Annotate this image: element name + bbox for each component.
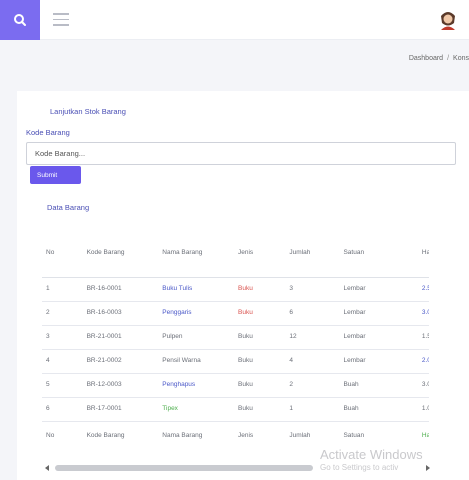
cell-nama: Penghapus [162, 380, 196, 388]
table-row: 5 BR-12-0003 Penghapus Buku 2 Buah 3.000 [42, 373, 429, 397]
header-no[interactable]: No [42, 229, 83, 277]
header-jenis[interactable]: Jenis [234, 229, 285, 277]
scrollbar-thumb[interactable] [55, 465, 313, 471]
table-row: 1 BR-16-0001 Buku Tulis Buku 3 Lembar 2.… [42, 277, 429, 301]
table-header-row: No Kode Barang Nama Barang Jenis Jumlah … [42, 229, 429, 277]
table-row: 2 BR-16-0003 Penggaris Buku 6 Lembar 3.0… [42, 301, 429, 325]
kode-barang-input[interactable]: Kode Barang... [26, 142, 456, 165]
brand-logo[interactable] [0, 0, 40, 40]
cell-harga: 1.000 [421, 404, 429, 412]
hamburger-icon[interactable] [53, 13, 69, 26]
windows-activation-watermark: Activate Windows Go to Settings to activ [320, 447, 469, 472]
cell-satuan: Lembar [343, 308, 366, 316]
scroll-left-icon[interactable] [45, 465, 49, 471]
cell-jenis: Buku [238, 404, 253, 412]
cell-kode: BR-21-0002 [86, 356, 122, 364]
cell-jenis: Buku [238, 356, 253, 364]
content-card: Lanjutkan Stok Barang Kode Barang Kode B… [17, 91, 469, 480]
cell-satuan: Lembar [343, 332, 366, 340]
cell-harga: 2.000 [421, 356, 429, 364]
card-title: Lanjutkan Stok Barang [50, 107, 126, 116]
cell-satuan: Lembar [343, 284, 366, 292]
footer-kode-barang: Kode Barang [86, 432, 125, 440]
submit-button[interactable]: Submit [30, 166, 81, 184]
header-harga[interactable]: Harga [418, 229, 429, 277]
footer-nama-barang: Nama Barang [162, 432, 203, 440]
header-satuan[interactable]: Satuan [339, 229, 417, 277]
cell-no: 3 [46, 332, 50, 340]
data-table-container: No Kode Barang Nama Barang Jenis Jumlah … [42, 229, 429, 441]
table-row: 4 BR-21-0002 Pensil Warna Buku 4 Lembar … [42, 349, 429, 373]
table-row: 3 BR-21-0001 Pulpen Buku 12 Lembar 1.500 [42, 325, 429, 349]
cell-satuan: Buah [343, 380, 359, 388]
cell-harga: 3.000 [421, 308, 429, 316]
header-jumlah[interactable]: Jumlah [285, 229, 339, 277]
cell-jumlah: 1 [289, 404, 293, 412]
cell-no: 4 [46, 356, 50, 364]
top-navbar [0, 0, 469, 40]
breadcrumb-separator: / [447, 55, 450, 62]
data-table: No Kode Barang Nama Barang Jenis Jumlah … [42, 229, 429, 441]
header-nama-barang[interactable]: Nama Barang [158, 229, 234, 277]
cell-satuan: Lembar [343, 356, 366, 364]
kode-barang-label: Kode Barang [26, 128, 70, 137]
breadcrumb-dashboard[interactable]: Dashboard [409, 55, 443, 62]
footer-jenis: Jenis [238, 432, 254, 440]
footer-harga: Harga [421, 432, 429, 440]
cell-jenis: Buku [238, 308, 253, 316]
cell-harga: 2.500 [421, 284, 429, 292]
cell-jenis: Buku [238, 284, 253, 292]
footer-satuan: Satuan [343, 432, 365, 440]
cell-nama: Pensil Warna [162, 356, 201, 364]
cell-nama: Buku Tulis [162, 284, 193, 292]
cell-jumlah: 12 [289, 332, 297, 340]
footer-no: No [46, 432, 55, 440]
watermark-line1: Activate Windows [320, 447, 423, 462]
cell-harga: 1.500 [421, 332, 429, 340]
cell-no: 6 [46, 404, 50, 412]
breadcrumb-current: Kons [453, 55, 469, 62]
cell-kode: BR-12-0003 [86, 380, 122, 388]
cell-nama: Tipex [162, 404, 178, 412]
cell-jumlah: 2 [289, 380, 293, 388]
cell-jenis: Buku [238, 332, 253, 340]
table-footer-row: No Kode Barang Nama Barang Jenis Jumlah … [42, 421, 429, 441]
user-avatar[interactable] [436, 8, 460, 32]
search-icon [14, 14, 26, 26]
cell-nama: Penggaris [162, 308, 192, 316]
cell-kode: BR-16-0001 [86, 284, 122, 292]
cell-kode: BR-16-0003 [86, 308, 122, 316]
cell-harga: 3.000 [421, 380, 429, 388]
table-row: 6 BR-17-0001 Tipex Buku 1 Buah 1.000 [42, 397, 429, 421]
cell-jenis: Buku [238, 380, 253, 388]
cell-kode: BR-17-0001 [86, 404, 122, 412]
breadcrumb: Dashboard / Kons [409, 55, 469, 62]
cell-no: 2 [46, 308, 50, 316]
cell-jumlah: 4 [289, 356, 293, 364]
watermark-line2: Go to Settings to activ [320, 463, 399, 472]
cell-satuan: Buah [343, 404, 359, 412]
cell-jumlah: 3 [289, 284, 293, 292]
cell-no: 1 [46, 284, 50, 292]
cell-nama: Pulpen [162, 332, 183, 340]
footer-jumlah: Jumlah [289, 432, 311, 440]
cell-jumlah: 6 [289, 308, 293, 316]
header-kode-barang[interactable]: Kode Barang [83, 229, 159, 277]
cell-no: 5 [46, 380, 50, 388]
data-barang-title: Data Barang [47, 203, 90, 212]
cell-kode: BR-21-0001 [86, 332, 122, 340]
